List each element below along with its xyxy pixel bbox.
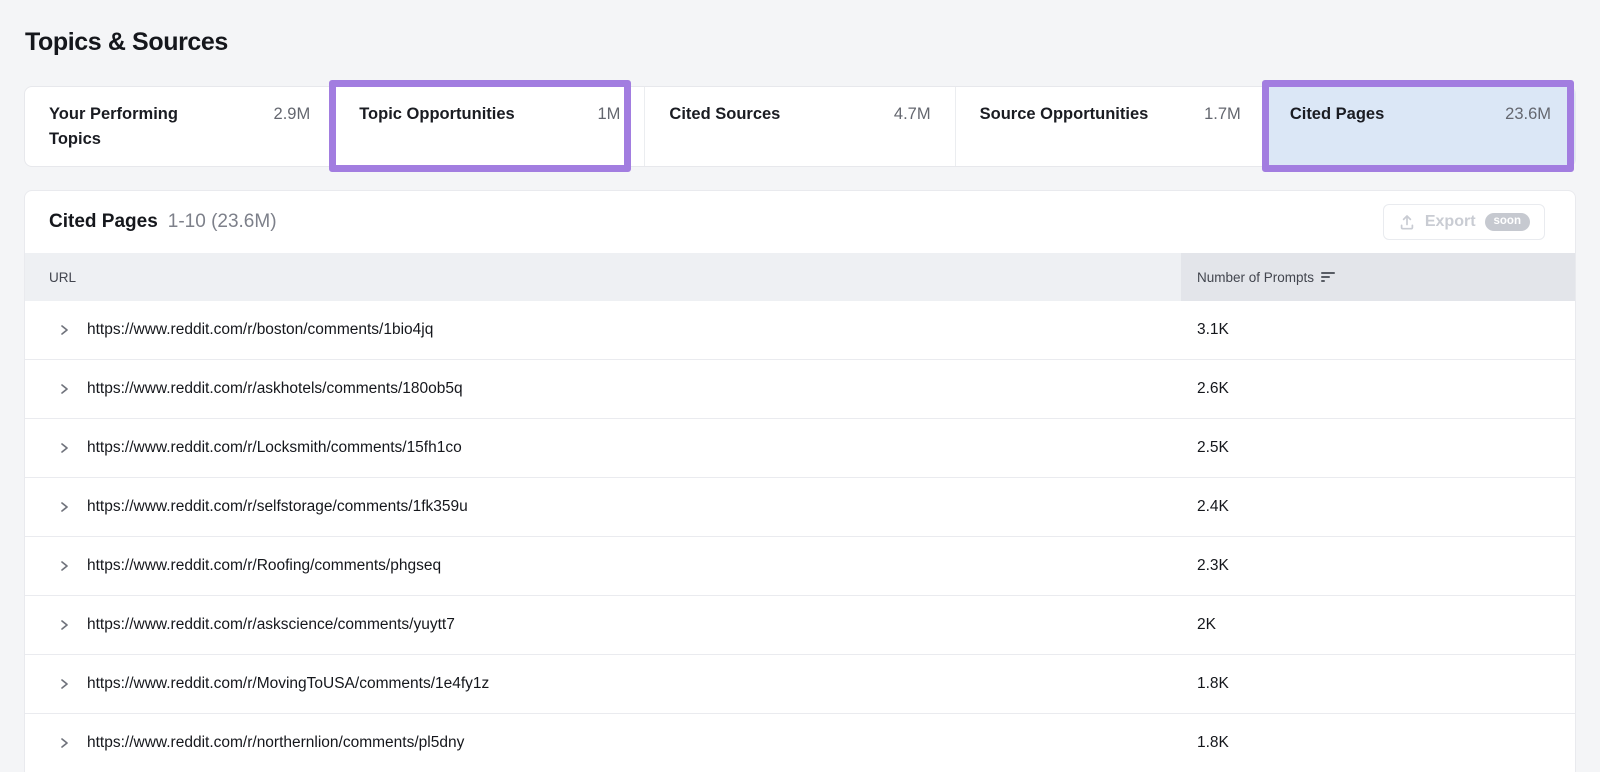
column-url-label: URL xyxy=(49,270,76,285)
chevron-right-icon[interactable] xyxy=(57,441,71,455)
panel-header: Cited Pages 1-10 (23.6M) Export soon xyxy=(25,191,1575,253)
table-row[interactable]: https://www.reddit.com/r/MovingToUSA/com… xyxy=(25,655,1575,714)
row-url: https://www.reddit.com/r/northernlion/co… xyxy=(87,734,1181,752)
table-row[interactable]: https://www.reddit.com/r/askhotels/comme… xyxy=(25,360,1575,419)
tab-label: Your Performing Topics xyxy=(49,102,229,152)
chevron-right-icon[interactable] xyxy=(57,559,71,573)
row-url: https://www.reddit.com/r/MovingToUSA/com… xyxy=(87,675,1181,693)
tab-label: Topic Opportunities xyxy=(359,102,515,127)
tab-cited-pages[interactable]: Cited Pages 23.6M xyxy=(1265,87,1575,166)
chevron-right-icon[interactable] xyxy=(57,736,71,750)
chevron-right-icon[interactable] xyxy=(57,382,71,396)
row-prompts-value: 2.6K xyxy=(1181,380,1575,398)
row-prompts-value: 3.1K xyxy=(1181,321,1575,339)
upload-icon xyxy=(1398,213,1416,231)
tab-topic-opportunities[interactable]: Topic Opportunities 1M xyxy=(334,87,644,166)
column-header-number-of-prompts[interactable]: Number of Prompts xyxy=(1181,253,1575,301)
table-column-header: URL Number of Prompts xyxy=(25,253,1575,301)
export-label: Export xyxy=(1425,213,1476,231)
table-row[interactable]: https://www.reddit.com/r/selfstorage/com… xyxy=(25,478,1575,537)
table-row[interactable]: https://www.reddit.com/r/Locksmith/comme… xyxy=(25,419,1575,478)
chevron-right-icon[interactable] xyxy=(57,500,71,514)
column-header-url[interactable]: URL xyxy=(25,253,1181,301)
metrics-tab-bar: Your Performing Topics 2.9M Topic Opport… xyxy=(24,86,1576,167)
row-prompts-value: 2.5K xyxy=(1181,439,1575,457)
tab-label: Source Opportunities xyxy=(980,102,1149,127)
tab-count: 23.6M xyxy=(1497,102,1551,127)
row-url: https://www.reddit.com/r/Locksmith/comme… xyxy=(87,439,1181,457)
panel-title: Cited Pages xyxy=(49,211,158,233)
topics-sources-page: Topics & Sources Your Performing Topics … xyxy=(0,0,1600,772)
chevron-right-icon[interactable] xyxy=(57,677,71,691)
row-url: https://www.reddit.com/r/boston/comments… xyxy=(87,321,1181,339)
tab-your-performing-topics[interactable]: Your Performing Topics 2.9M xyxy=(25,87,334,166)
tab-count: 1M xyxy=(589,102,620,127)
soon-badge: soon xyxy=(1485,213,1530,231)
tab-label: Cited Pages xyxy=(1290,102,1384,127)
tab-count: 2.9M xyxy=(266,102,311,127)
table-row[interactable]: https://www.reddit.com/r/boston/comments… xyxy=(25,301,1575,360)
table-body: https://www.reddit.com/r/boston/comments… xyxy=(25,301,1575,772)
tab-label: Cited Sources xyxy=(669,102,780,127)
sort-descending-icon[interactable] xyxy=(1321,272,1335,282)
chevron-right-icon[interactable] xyxy=(57,618,71,632)
panel-range: 1-10 (23.6M) xyxy=(168,211,277,233)
row-prompts-value: 1.8K xyxy=(1181,675,1575,693)
export-button[interactable]: Export soon xyxy=(1383,204,1545,240)
page-title: Topics & Sources xyxy=(25,28,228,57)
column-prompts-label: Number of Prompts xyxy=(1197,270,1314,285)
row-url: https://www.reddit.com/r/askscience/comm… xyxy=(87,616,1181,634)
row-prompts-value: 2K xyxy=(1181,616,1575,634)
row-url: https://www.reddit.com/r/askhotels/comme… xyxy=(87,380,1181,398)
chevron-right-icon[interactable] xyxy=(57,323,71,337)
table-row[interactable]: https://www.reddit.com/r/Roofing/comment… xyxy=(25,537,1575,596)
row-prompts-value: 2.3K xyxy=(1181,557,1575,575)
cited-pages-panel: Cited Pages 1-10 (23.6M) Export soon URL xyxy=(24,190,1576,772)
table-row[interactable]: https://www.reddit.com/r/askscience/comm… xyxy=(25,596,1575,655)
tab-count: 1.7M xyxy=(1196,102,1241,127)
tab-cited-sources[interactable]: Cited Sources 4.7M xyxy=(644,87,954,166)
tab-count: 4.7M xyxy=(886,102,931,127)
tab-source-opportunities[interactable]: Source Opportunities 1.7M xyxy=(955,87,1265,166)
row-prompts-value: 2.4K xyxy=(1181,498,1575,516)
row-url: https://www.reddit.com/r/Roofing/comment… xyxy=(87,557,1181,575)
row-prompts-value: 1.8K xyxy=(1181,734,1575,752)
row-url: https://www.reddit.com/r/selfstorage/com… xyxy=(87,498,1181,516)
table-row[interactable]: https://www.reddit.com/r/northernlion/co… xyxy=(25,714,1575,772)
